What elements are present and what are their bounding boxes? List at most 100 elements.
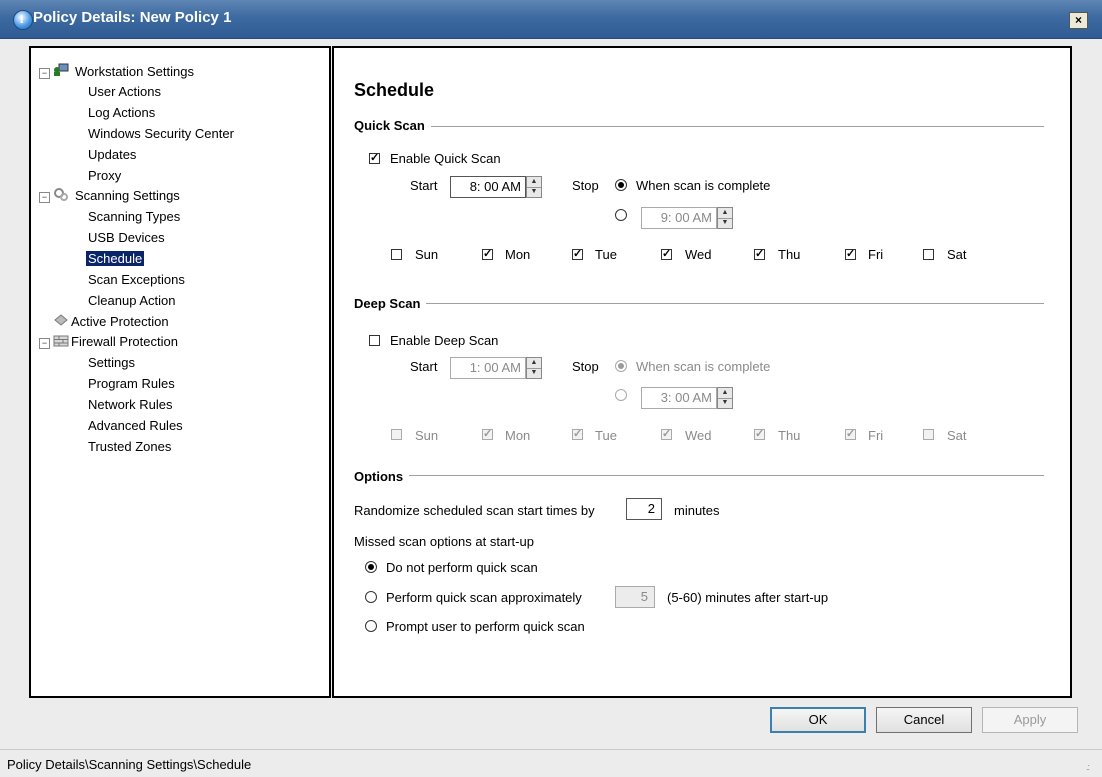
tree-item-proxy[interactable]: Proxy — [88, 168, 121, 183]
tree-item-firewall-protection[interactable]: Firewall Protection — [71, 334, 178, 349]
quick-day-fri-checkbox[interactable]: ✓ — [845, 249, 856, 260]
schedule-panel: Schedule Quick Scan ✓ Enable Quick Scan … — [332, 46, 1072, 698]
deep-day-thu-checkbox[interactable]: ✓ — [754, 429, 765, 440]
quick-scan-group-label: Quick Scan — [354, 118, 431, 133]
spin-down-icon[interactable]: ▼ — [718, 398, 732, 408]
missed-scan-label: Missed scan options at start-up — [354, 534, 534, 549]
tree-item-program-rules[interactable]: Program Rules — [88, 376, 175, 391]
deep-scan-divider — [354, 303, 1044, 304]
workstation-icon — [54, 63, 69, 76]
tree-item-cleanup-action[interactable]: Cleanup Action — [88, 293, 175, 308]
expander-firewall[interactable]: − — [39, 338, 50, 349]
enable-quick-scan-checkbox[interactable]: ✓ — [369, 153, 380, 164]
tree-item-settings[interactable]: Settings — [88, 355, 135, 370]
perform-minutes-input[interactable]: 5 — [615, 586, 655, 608]
tree-item-user-actions[interactable]: User Actions — [88, 84, 161, 99]
spin-down-icon[interactable]: ▼ — [718, 218, 732, 228]
deep-scan-group-label: Deep Scan — [354, 296, 427, 311]
quick-day-tue-checkbox[interactable]: ✓ — [572, 249, 583, 260]
perform-quick-scan-radio[interactable] — [365, 591, 377, 603]
window-title: Policy Details: New Policy 1 — [33, 9, 232, 26]
deep-day-wed-checkbox[interactable]: ✓ — [661, 429, 672, 440]
deep-start-spinner[interactable]: ▲ ▼ — [526, 357, 542, 379]
tree-item-schedule[interactable]: Schedule — [86, 251, 145, 266]
quick-day-sun-label: Sun — [415, 247, 439, 262]
quick-day-thu-checkbox[interactable]: ✓ — [754, 249, 765, 260]
tree-item-trusted-zones[interactable]: Trusted Zones — [88, 439, 171, 454]
deep-stop-time-input[interactable]: 3: 00 AM — [641, 387, 717, 409]
quick-day-wed-label: Wed — [685, 247, 712, 262]
apply-button[interactable]: Apply — [982, 707, 1078, 733]
deep-day-fri-checkbox[interactable]: ✓ — [845, 429, 856, 440]
quick-stop-time-radio[interactable] — [615, 209, 627, 221]
quick-day-sat-checkbox[interactable] — [923, 249, 934, 260]
enable-deep-scan-label: Enable Deep Scan — [390, 333, 499, 348]
expander-scanning[interactable]: − — [39, 192, 50, 203]
quick-stop-time-input[interactable]: 9: 00 AM — [641, 207, 717, 229]
quick-day-thu-label: Thu — [778, 247, 801, 262]
enable-quick-scan-label: Enable Quick Scan — [390, 151, 501, 166]
deep-day-tue-checkbox[interactable]: ✓ — [572, 429, 583, 440]
randomize-minutes-input[interactable]: 2 — [626, 498, 662, 520]
quick-start-spinner[interactable]: ▲ ▼ — [526, 176, 542, 198]
quick-day-wed-checkbox[interactable]: ✓ — [661, 249, 672, 260]
options-group-label: Options — [354, 469, 410, 484]
perform-quick-scan-label: Perform quick scan approximately — [386, 590, 582, 605]
deep-stop-complete-radio[interactable] — [615, 360, 627, 372]
prompt-user-label: Prompt user to perform quick scan — [386, 619, 585, 634]
tree-item-workstation-settings[interactable]: Workstation Settings — [75, 64, 194, 79]
ok-button[interactable]: OK — [770, 707, 866, 733]
deep-day-thu-label: Thu — [778, 428, 801, 443]
navigation-tree: − Workstation Settings User Actions Log … — [29, 46, 331, 698]
quick-start-time-input[interactable]: 8: 00 AM — [450, 176, 526, 198]
tree-item-windows-security-center[interactable]: Windows Security Center — [88, 126, 234, 141]
spin-down-icon[interactable]: ▼ — [527, 187, 541, 197]
deep-day-sat-checkbox[interactable] — [923, 429, 934, 440]
quick-day-sat-label: Sat — [947, 247, 967, 262]
tree-item-scanning-settings[interactable]: Scanning Settings — [75, 188, 180, 203]
tree-item-advanced-rules[interactable]: Advanced Rules — [88, 418, 183, 433]
deep-day-mon-checkbox[interactable]: ✓ — [482, 429, 493, 440]
quick-day-mon-checkbox[interactable]: ✓ — [482, 249, 493, 260]
perform-suffix-label: (5-60) minutes after start-up — [667, 590, 829, 605]
randomize-suffix-label: minutes — [674, 503, 720, 518]
page-title: Schedule — [354, 80, 435, 100]
deep-stop-spinner[interactable]: ▲ ▼ — [717, 387, 733, 409]
quick-day-fri-label: Fri — [868, 247, 884, 262]
deep-day-sun-checkbox[interactable] — [391, 429, 402, 440]
deep-stop-time-radio[interactable] — [615, 389, 627, 401]
firewall-icon — [53, 335, 69, 347]
tree-item-schedule-label: Schedule — [86, 251, 145, 266]
tree-item-scan-exceptions[interactable]: Scan Exceptions — [88, 272, 185, 287]
quick-stop-spinner[interactable]: ▲ ▼ — [717, 207, 733, 229]
tree-item-scanning-types[interactable]: Scanning Types — [88, 209, 180, 224]
deep-start-time-input[interactable]: 1: 00 AM — [450, 357, 526, 379]
no-quick-scan-radio[interactable] — [365, 561, 377, 573]
deep-day-sat-label: Sat — [947, 428, 967, 443]
tree-item-updates[interactable]: Updates — [88, 147, 136, 162]
deep-stop-complete-label: When scan is complete — [636, 359, 771, 374]
expander-workstation[interactable]: − — [39, 68, 50, 79]
quick-day-tue-label: Tue — [595, 247, 617, 262]
close-button[interactable]: × — [1069, 12, 1088, 29]
tree-item-usb-devices[interactable]: USB Devices — [88, 230, 165, 245]
quick-stop-complete-label: When scan is complete — [636, 178, 771, 193]
deep-day-mon-label: Mon — [505, 428, 531, 443]
tree-item-network-rules[interactable]: Network Rules — [88, 397, 173, 412]
status-bar: Policy Details\Scanning Settings\Schedul… — [0, 749, 1102, 777]
prompt-user-radio[interactable] — [365, 620, 377, 632]
no-quick-scan-label: Do not perform quick scan — [386, 560, 538, 575]
resize-grip-icon[interactable]: .: — [1086, 762, 1090, 772]
deep-start-label: Start — [410, 359, 438, 374]
title-bar: i Policy Details: New Policy 1 × — [0, 0, 1102, 39]
tree-item-active-protection[interactable]: Active Protection — [71, 314, 169, 329]
tree-item-log-actions[interactable]: Log Actions — [88, 105, 155, 120]
cancel-button[interactable]: Cancel — [876, 707, 972, 733]
enable-deep-scan-checkbox[interactable] — [369, 335, 380, 346]
scanning-icon — [54, 188, 68, 201]
spin-down-icon[interactable]: ▼ — [527, 368, 541, 378]
quick-day-sun-checkbox[interactable] — [391, 249, 402, 260]
quick-stop-complete-radio[interactable] — [615, 179, 627, 191]
shield-icon — [54, 314, 68, 326]
options-divider — [354, 475, 1044, 476]
